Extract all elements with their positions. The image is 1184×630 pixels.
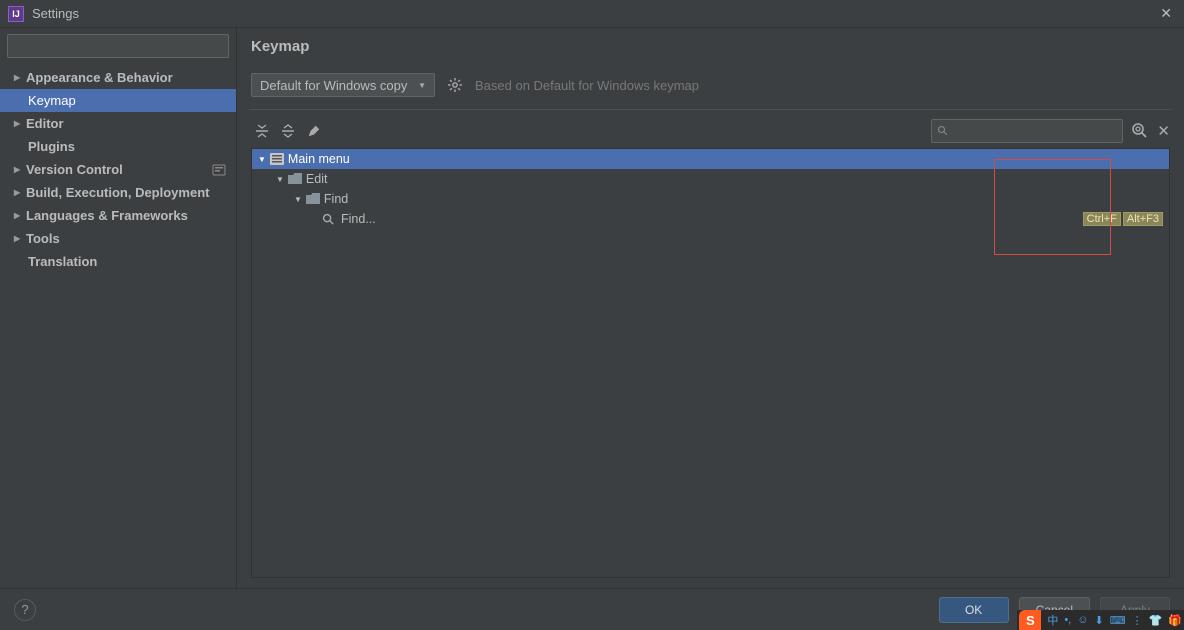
chevron-down-icon: ▼: [276, 175, 284, 184]
sogou-icon[interactable]: S: [1019, 610, 1041, 630]
chevron-right-icon: ▶: [14, 73, 26, 82]
sidebar-item-label: Build, Execution, Deployment: [26, 185, 209, 200]
tree-row-find-action[interactable]: Find... Ctrl+F Alt+F3: [252, 209, 1169, 229]
project-scope-icon: [212, 163, 226, 177]
chevron-right-icon: ▶: [14, 119, 26, 128]
window-title: Settings: [32, 6, 79, 21]
actions-search-input[interactable]: [931, 119, 1123, 143]
app-icon: IJ: [8, 6, 24, 22]
close-icon[interactable]: ✕: [1156, 5, 1176, 22]
sidebar-item-tools[interactable]: ▶Tools: [0, 227, 236, 250]
folder-icon: [288, 173, 302, 185]
tree-row-edit[interactable]: ▼ Edit: [252, 169, 1169, 189]
sidebar-item-label: Tools: [26, 231, 60, 246]
tree-row-main-menu[interactable]: ▼ Main menu: [252, 149, 1169, 169]
sidebar-item-label: Appearance & Behavior: [26, 70, 173, 85]
shortcut-tag: Alt+F3: [1123, 212, 1163, 226]
tree-label: Find...: [341, 212, 376, 226]
folder-icon: [306, 193, 320, 205]
based-on-label: Based on Default for Windows keymap: [475, 78, 699, 93]
chevron-down-icon: ▼: [258, 155, 266, 164]
actions-toolbar: ✕: [251, 110, 1170, 148]
sidebar-item-build[interactable]: ▶Build, Execution, Deployment: [0, 181, 236, 204]
sidebar-item-appearance[interactable]: ▶Appearance & Behavior: [0, 66, 236, 89]
chevron-right-icon: ▶: [14, 188, 26, 197]
chevron-down-icon: ▼: [418, 81, 426, 90]
ime-toolbar: S 中 •, ☺ ⬇ ⌨ ⋮ 👕 🎁: [1017, 610, 1184, 630]
ime-item[interactable]: ⋮: [1132, 614, 1143, 627]
sidebar-item-editor[interactable]: ▶Editor: [0, 112, 236, 135]
tree-label: Edit: [306, 172, 328, 186]
tree-row-find-group[interactable]: ▼ Find: [252, 189, 1169, 209]
sidebar-item-label: Version Control: [26, 162, 123, 177]
titlebar: IJ Settings ✕: [0, 0, 1184, 28]
tree-label: Main menu: [288, 152, 350, 166]
keymap-scheme-dropdown[interactable]: Default for Windows copy ▼: [251, 73, 435, 97]
tree-label: Find: [324, 192, 348, 206]
ime-item[interactable]: •,: [1064, 614, 1071, 626]
menu-icon: [270, 153, 284, 165]
page-title: Keymap: [251, 38, 1170, 55]
ok-button[interactable]: OK: [939, 597, 1009, 623]
settings-tree: ▶Appearance & Behavior Keymap ▶Editor Pl…: [0, 62, 236, 588]
close-icon[interactable]: ✕: [1157, 122, 1170, 140]
chevron-right-icon: ▶: [14, 234, 26, 243]
edit-icon[interactable]: [303, 120, 325, 142]
find-by-shortcut-icon[interactable]: [1131, 122, 1149, 140]
sidebar-item-languages[interactable]: ▶Languages & Frameworks: [0, 204, 236, 227]
chevron-right-icon: ▶: [14, 211, 26, 220]
ime-item[interactable]: ⬇: [1094, 614, 1103, 627]
sidebar-item-label: Translation: [28, 254, 97, 269]
ime-item[interactable]: 👕: [1149, 614, 1163, 627]
keymap-panel: Keymap Default for Windows copy ▼ Based …: [237, 28, 1184, 588]
ime-item[interactable]: 中: [1047, 612, 1058, 628]
ime-item[interactable]: ☺: [1077, 614, 1088, 626]
sidebar-item-keymap[interactable]: Keymap: [0, 89, 236, 112]
dropdown-label: Default for Windows copy: [260, 78, 407, 93]
dialog-footer: ? OK Cancel Apply: [0, 588, 1184, 630]
sidebar-search-input[interactable]: [7, 34, 229, 58]
expand-all-icon[interactable]: [251, 120, 273, 142]
search-icon: [937, 125, 949, 137]
sidebar-item-label: Languages & Frameworks: [26, 208, 188, 223]
chevron-right-icon: ▶: [14, 165, 26, 174]
shortcut-tag: Ctrl+F: [1083, 212, 1121, 226]
sidebar-item-version-control[interactable]: ▶ Version Control: [0, 158, 236, 181]
settings-sidebar: ▶Appearance & Behavior Keymap ▶Editor Pl…: [0, 28, 237, 588]
actions-tree[interactable]: ▼ Main menu ▼ Edit ▼ Find: [251, 148, 1170, 578]
sidebar-item-plugins[interactable]: Plugins: [0, 135, 236, 158]
help-button[interactable]: ?: [14, 599, 36, 621]
search-icon: [322, 213, 335, 226]
sidebar-item-label: Plugins: [28, 139, 75, 154]
sidebar-item-label: Keymap: [28, 93, 76, 108]
gear-icon[interactable]: [447, 77, 463, 93]
chevron-down-icon: ▼: [294, 195, 302, 204]
sidebar-item-translation[interactable]: Translation: [0, 250, 236, 273]
ime-item[interactable]: 🎁: [1168, 614, 1182, 627]
ime-item[interactable]: ⌨: [1110, 614, 1126, 627]
collapse-all-icon[interactable]: [277, 120, 299, 142]
sidebar-item-label: Editor: [26, 116, 64, 131]
